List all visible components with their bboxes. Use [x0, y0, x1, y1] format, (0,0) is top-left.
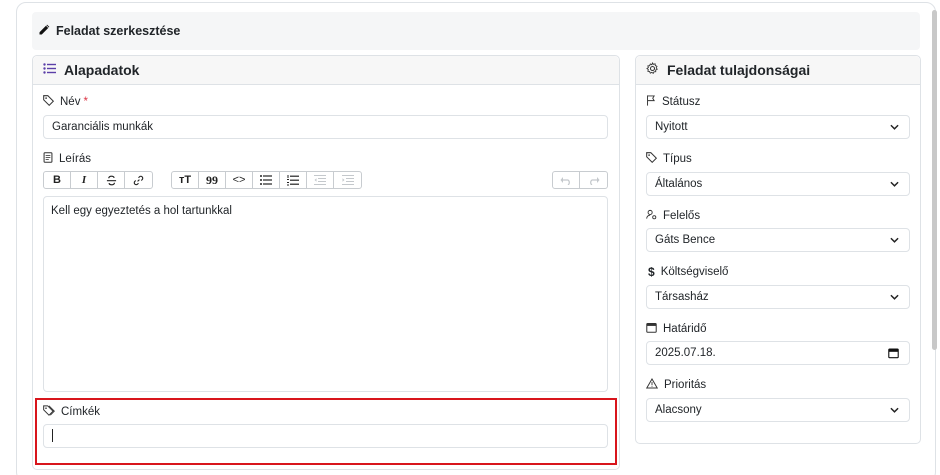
owner-select[interactable]: Gáts Bence: [646, 228, 910, 252]
block-toolbar-group: ᴛT 99 <>: [171, 171, 362, 189]
dollar-icon: $: [648, 265, 655, 279]
chevron-down-icon: [890, 181, 899, 187]
task-properties-header: Feladat tulajdonságai: [636, 56, 920, 85]
tag-icon: [43, 95, 60, 109]
page-header: Feladat szerkesztése: [32, 12, 920, 50]
cost-bearer-select[interactable]: Társasház: [646, 285, 910, 309]
user-gear-icon: [646, 209, 663, 223]
italic-button[interactable]: I: [71, 172, 98, 188]
list-icon: [43, 63, 56, 77]
redo-icon: [589, 176, 599, 185]
link-button[interactable]: [125, 172, 152, 188]
name-input[interactable]: Garanciális munkák: [43, 115, 608, 139]
cost-bearer-label: $ Költségviselő: [648, 265, 729, 279]
warning-icon: [645, 378, 664, 392]
chevron-down-icon: [890, 237, 899, 243]
gear-icon: [646, 62, 659, 78]
strikethrough-icon: [106, 175, 116, 185]
chevron-down-icon: [890, 124, 899, 130]
undo-icon: [560, 176, 570, 185]
pencil-icon: [38, 24, 50, 39]
heading-button[interactable]: ᴛT: [172, 172, 199, 188]
link-icon: [133, 175, 144, 185]
highlight-box: [35, 398, 617, 465]
quote-button[interactable]: 99: [199, 172, 226, 188]
indent-button[interactable]: [334, 172, 361, 188]
tag-icon: [646, 152, 663, 166]
name-label: Név *: [43, 95, 88, 109]
required-marker: *: [83, 96, 88, 108]
status-select[interactable]: Nyitott: [646, 115, 910, 139]
deadline-label: Határidő: [646, 322, 706, 336]
task-properties-title: Feladat tulajdonságai: [667, 62, 811, 78]
bullet-list-button[interactable]: [253, 172, 280, 188]
numbered-list-button[interactable]: [280, 172, 307, 188]
deadline-date-input[interactable]: 2025.07.18.: [646, 341, 910, 365]
priority-select[interactable]: Alacsony: [646, 398, 910, 422]
undo-button[interactable]: [553, 172, 580, 188]
basic-data-title: Alapadatok: [64, 62, 140, 78]
history-toolbar-group: [552, 171, 608, 189]
description-editor[interactable]: Kell egy egyeztetés a hol tartunkkal: [43, 196, 608, 392]
basic-data-header: Alapadatok: [33, 56, 619, 85]
calendar-icon: [646, 322, 663, 336]
format-toolbar-group: B I: [43, 171, 153, 189]
outdent-icon: [314, 175, 326, 185]
flag-icon: [646, 95, 662, 109]
bullet-list-icon: [260, 175, 272, 185]
indent-icon: [341, 175, 354, 185]
document-icon: [43, 152, 59, 166]
priority-label: Prioritás: [645, 378, 706, 392]
type-select[interactable]: Általános: [646, 172, 910, 196]
scrollbar[interactable]: [932, 10, 937, 350]
description-label: Leírás: [43, 152, 91, 166]
description-text: Kell egy egyeztetés a hol tartunkkal: [51, 205, 232, 217]
chevron-down-icon: [890, 294, 899, 300]
strikethrough-button[interactable]: [98, 172, 125, 188]
chevron-down-icon: [890, 407, 899, 413]
type-label: Típus: [646, 152, 692, 166]
status-label: Státusz: [646, 95, 700, 109]
redo-button[interactable]: [580, 172, 607, 188]
outdent-button[interactable]: [307, 172, 334, 188]
bold-button[interactable]: B: [44, 172, 71, 188]
calendar-picker-icon[interactable]: [888, 348, 899, 359]
code-button[interactable]: <>: [226, 172, 253, 188]
page-title: Feladat szerkesztése: [56, 24, 181, 38]
owner-label: Felelős: [646, 209, 700, 223]
numbered-list-icon: [287, 174, 299, 185]
